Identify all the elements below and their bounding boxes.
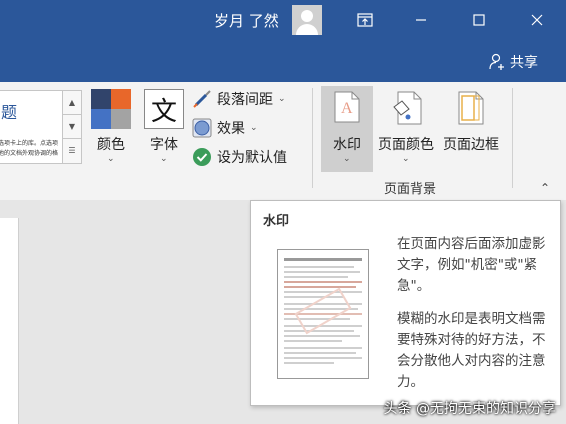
minimize-button[interactable] xyxy=(398,0,444,40)
tab-strip: 共享 xyxy=(0,40,566,82)
gallery-title: 题 xyxy=(1,103,18,122)
paragraph-spacing-button[interactable]: 段落间距 ⌄ xyxy=(192,88,286,110)
effects-button[interactable]: 效果 ⌄ xyxy=(192,117,258,139)
set-as-default-label: 设为默认值 xyxy=(217,150,287,166)
close-button[interactable] xyxy=(514,0,560,40)
tooltip-desc-paragraph: 模糊的水印是表明文档需要特殊对待的好方法，不会分散他人对内容的注意力。 xyxy=(397,311,546,390)
user-name[interactable]: 岁月 了然 xyxy=(214,10,279,31)
chevron-down-icon: ⌄ xyxy=(250,123,258,133)
scroll-up-icon[interactable]: ▲ xyxy=(63,91,81,115)
group-divider xyxy=(312,88,313,188)
effects-icon xyxy=(192,118,212,138)
paragraph-spacing-label: 段落间距 xyxy=(217,92,273,108)
group-divider xyxy=(512,88,513,188)
document-page[interactable] xyxy=(0,218,19,424)
chevron-down-icon: ⌄ xyxy=(107,154,115,164)
font-icon: 文 xyxy=(144,89,184,129)
close-icon xyxy=(531,14,543,26)
paragraph-spacing-icon xyxy=(193,90,211,108)
colors-button[interactable]: 颜色 ⌄ xyxy=(86,86,136,172)
watermark-button[interactable]: A 水印 ⌄ xyxy=(321,86,373,172)
collapse-ribbon-icon[interactable]: ⌃ xyxy=(540,181,550,195)
watermark-preview-image xyxy=(277,249,369,379)
gallery-line: 选项卡上的库。点选项目 xyxy=(0,140,58,147)
watermark-tooltip: 水印 在页面内容后面添加虚影文字，例如"机密"或"紧急"。 模糊的水印是表明文档… xyxy=(250,200,561,406)
scroll-down-icon[interactable]: ▼ xyxy=(63,115,81,139)
avatar[interactable] xyxy=(292,5,322,35)
chevron-down-icon: ⌄ xyxy=(343,154,351,164)
ribbon-display-icon xyxy=(357,13,373,27)
add-person-icon xyxy=(489,53,504,70)
effects-label: 效果 xyxy=(217,121,245,137)
credit-watermark: 头条 @无拘无束的知识分享 xyxy=(383,401,556,417)
fonts-label: 字体 xyxy=(150,137,178,153)
ribbon-display-options-button[interactable] xyxy=(342,0,388,40)
tooltip-description: 在页面内容后面添加虚影文字，例如"机密"或"紧急"。 模糊的水印是表明文档需要特… xyxy=(397,234,553,405)
page-borders-label: 页面边框 xyxy=(443,137,499,153)
maximize-button[interactable] xyxy=(456,0,502,40)
share-label: 共享 xyxy=(510,55,538,71)
svg-text:A: A xyxy=(341,100,353,117)
chevron-down-icon: ⌄ xyxy=(278,94,286,104)
colors-label: 颜色 xyxy=(97,137,125,153)
title-bar: 岁月 了然 xyxy=(0,0,566,40)
color-palette-icon xyxy=(91,89,131,129)
page-background-group-label: 页面背景 xyxy=(383,182,436,197)
style-set-gallery[interactable]: 题 选项卡上的库。点选项目 他的文档外观协调的格式 xyxy=(0,90,63,164)
tooltip-desc-paragraph: 在页面内容后面添加虚影文字，例如"机密"或"紧急"。 xyxy=(397,236,546,294)
design-ribbon: 题 选项卡上的库。点选项目 他的文档外观协调的格式 ▲ ▼ ☰ 颜色 ⌄ 文 字… xyxy=(0,82,566,201)
set-as-default-button[interactable]: 设为默认值 xyxy=(192,146,287,168)
paint-bucket-icon xyxy=(393,91,422,125)
tooltip-title: 水印 xyxy=(263,214,290,229)
chevron-down-icon: ⌄ xyxy=(160,154,168,164)
page-color-label: 页面颜色 xyxy=(378,137,434,153)
page-color-button[interactable]: 页面颜色 ⌄ xyxy=(374,86,438,172)
checkmark-circle-icon xyxy=(193,148,211,166)
fonts-button[interactable]: 文 字体 ⌄ xyxy=(139,86,189,172)
minimize-icon xyxy=(416,19,426,21)
gallery-scrollbar[interactable]: ▲ ▼ ☰ xyxy=(62,90,82,164)
page-borders-button[interactable]: 页面边框 xyxy=(439,86,503,172)
more-icon[interactable]: ☰ xyxy=(63,139,81,162)
gallery-line: 他的文档外观协调的格式 xyxy=(0,150,58,157)
maximize-icon xyxy=(473,14,485,26)
watermark-icon: A xyxy=(334,91,360,123)
share-button[interactable]: 共享 xyxy=(488,52,538,72)
chevron-down-icon: ⌄ xyxy=(402,154,410,164)
font-glyph: 文 xyxy=(150,96,177,127)
page-border-icon xyxy=(458,91,484,125)
watermark-label: 水印 xyxy=(333,137,361,153)
